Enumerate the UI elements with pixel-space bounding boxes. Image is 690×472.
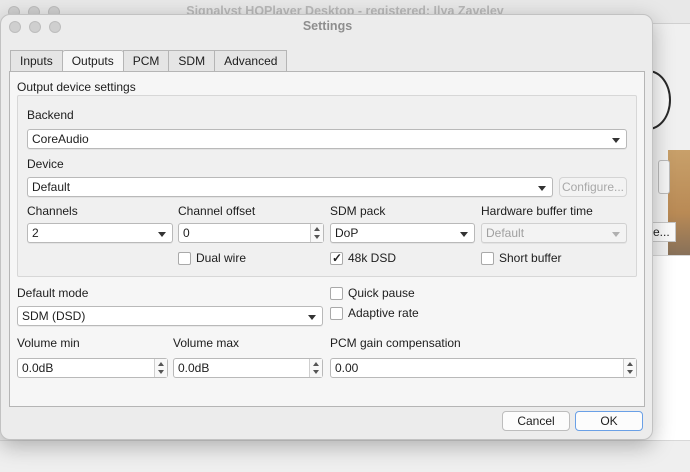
hardware-buffer-time-value: Default [486, 226, 525, 240]
stepper-arrows-icon[interactable] [154, 359, 167, 377]
hardware-buffer-time-select[interactable]: Default [481, 223, 627, 243]
checkbox-icon [481, 251, 494, 265]
adaptive-rate-checkbox[interactable]: Adaptive rate [330, 305, 419, 321]
stepper-arrows-icon[interactable] [623, 359, 636, 377]
pcm-gain-compensation-label: PCM gain compensation [330, 336, 461, 350]
volume-min-label: Volume min [17, 336, 80, 350]
dual-wire-checkbox[interactable]: Dual wire [178, 250, 246, 266]
device-value: Default [32, 180, 71, 194]
channel-offset-spinbox[interactable]: 0 [178, 223, 324, 243]
backend-value: CoreAudio [32, 132, 89, 146]
quick-pause-label: Quick pause [348, 286, 415, 300]
quick-pause-checkbox[interactable]: Quick pause [330, 285, 415, 301]
sdm-pack-select[interactable]: DoP [330, 223, 475, 243]
channel-offset-label: Channel offset [178, 204, 256, 218]
tab-inputs[interactable]: Inputs [10, 50, 63, 72]
chevron-down-icon [612, 138, 620, 143]
volume-max-spinbox[interactable]: 0.0dB [173, 358, 323, 378]
channels-select[interactable]: 2 [27, 223, 173, 243]
volume-min-spinbox[interactable]: 0.0dB [17, 358, 168, 378]
chevron-down-icon [158, 232, 166, 237]
default-mode-label: Default mode [17, 286, 89, 300]
pcm-gain-compensation-spinbox[interactable]: 0.00 [330, 358, 637, 378]
main-status-area [0, 440, 690, 472]
chevron-down-icon [308, 315, 316, 320]
tab-outputs[interactable]: Outputs [61, 50, 124, 73]
tab-sdm[interactable]: SDM [168, 50, 216, 72]
channel-offset-value: 0 [183, 226, 190, 240]
dual-wire-label: Dual wire [196, 251, 247, 265]
volume-min-value: 0.0dB [22, 361, 54, 375]
channels-value: 2 [32, 226, 39, 240]
short-buffer-checkbox[interactable]: Short buffer [481, 250, 561, 266]
ok-button[interactable]: OK [575, 411, 643, 431]
device-label: Device [27, 157, 64, 171]
tab-advanced[interactable]: Advanced [214, 50, 288, 72]
tab-bar: Inputs Outputs PCM SDM Advanced [10, 50, 288, 73]
channels-label: Channels [27, 204, 78, 218]
short-buffer-label: Short buffer [499, 251, 562, 265]
chevron-down-icon [612, 232, 620, 237]
configure-button[interactable]: Configure... [559, 177, 627, 197]
chevron-down-icon [538, 186, 546, 191]
sdm-pack-value: DoP [335, 226, 359, 240]
section-title: Output device settings [17, 80, 136, 94]
backend-label: Backend [27, 108, 74, 122]
volume-max-value: 0.0dB [178, 361, 210, 375]
dsd-48k-label: 48k DSD [348, 251, 397, 265]
stepper-arrows-icon[interactable] [309, 359, 322, 377]
tab-pcm[interactable]: PCM [122, 50, 170, 72]
default-mode-select[interactable]: SDM (DSD) [17, 306, 323, 326]
dsd-48k-checkbox[interactable]: 48k DSD [330, 250, 396, 266]
device-select[interactable]: Default [27, 177, 553, 197]
main-partial-button[interactable]: e... [650, 222, 676, 242]
backend-select[interactable]: CoreAudio [27, 129, 627, 149]
pcm-gain-compensation-value: 0.00 [335, 361, 359, 375]
stepper-arrows-icon[interactable] [310, 224, 323, 242]
checkbox-icon [330, 286, 343, 300]
checkbox-icon [330, 306, 343, 320]
cancel-button[interactable]: Cancel [502, 411, 570, 431]
adaptive-rate-label: Adaptive rate [348, 306, 419, 320]
side-control[interactable] [658, 160, 670, 194]
dialog-title: Settings [302, 19, 353, 33]
sdm-pack-label: SDM pack [330, 204, 386, 218]
chevron-down-icon [460, 232, 468, 237]
volume-max-label: Volume max [173, 336, 240, 350]
checkbox-icon [178, 251, 191, 265]
checkmark-icon [330, 251, 343, 265]
default-mode-value: SDM (DSD) [22, 309, 86, 323]
hardware-buffer-time-label: Hardware buffer time [481, 204, 593, 218]
